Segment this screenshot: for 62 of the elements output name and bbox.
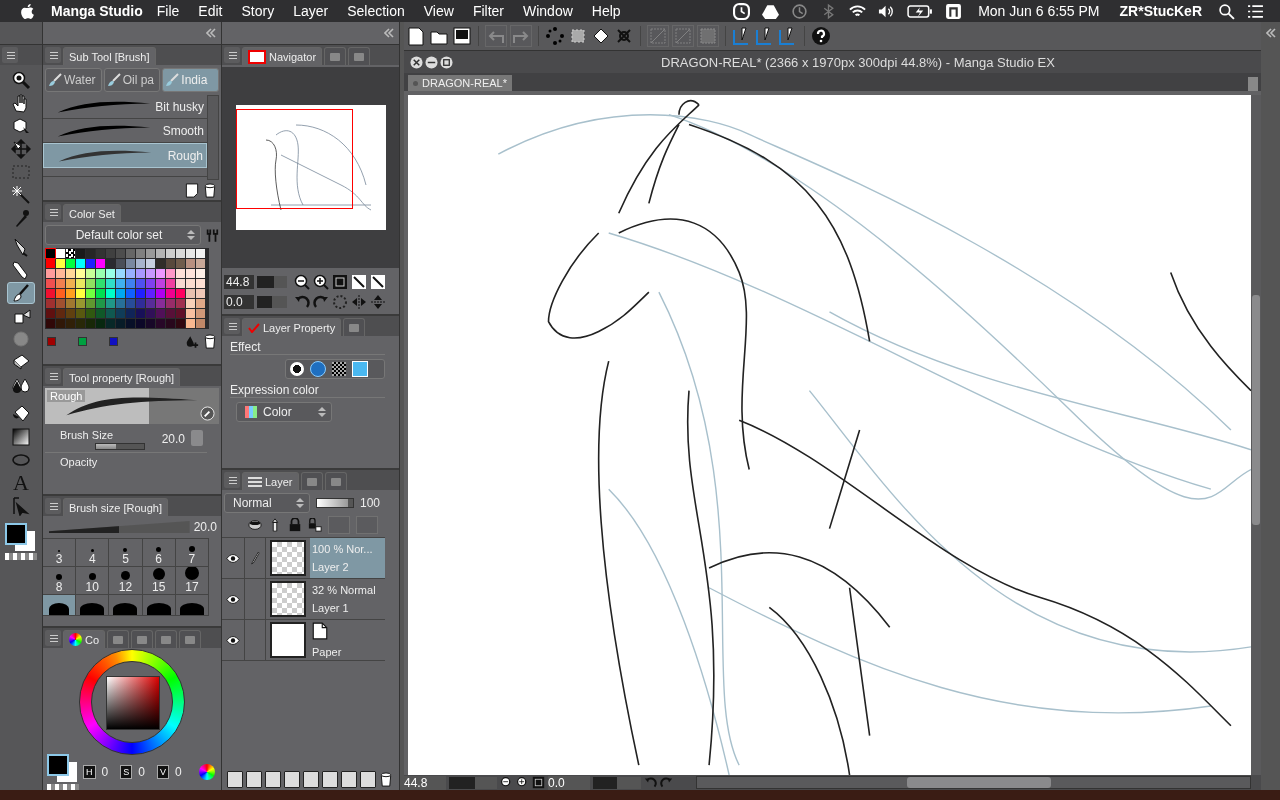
panel-tab[interactable]: Brush size [Rough]: [63, 498, 168, 516]
brush-size-preset[interactable]: 7: [175, 539, 209, 567]
layer-row[interactable]: Paper: [222, 620, 385, 661]
menu-item[interactable]: Edit: [198, 3, 223, 19]
menu-item[interactable]: Help: [591, 3, 621, 19]
panel-tab[interactable]: Color Set: [63, 204, 121, 222]
layer-name: Paper: [312, 646, 343, 658]
rotation-field[interactable]: 0.0: [224, 295, 254, 309]
menu-item[interactable]: View: [423, 3, 454, 19]
menu-item[interactable]: Story: [241, 3, 275, 19]
opacity-label: Opacity: [60, 456, 98, 468]
clock-text[interactable]: Mon Jun 6 6:55 PM: [978, 3, 1100, 19]
menu-item[interactable]: File: [156, 3, 180, 19]
document-tab[interactable]: DRAGON-REAL*: [408, 75, 512, 91]
subtool-group-tab[interactable]: Oil pa: [103, 68, 161, 92]
hue-label: H: [83, 765, 96, 779]
menu-item[interactable]: Layer: [293, 3, 329, 19]
panel-tab[interactable]: Sub Tool [Brush]: [63, 47, 156, 65]
brush-size-preset[interactable]: 12: [109, 567, 143, 595]
rotation-field[interactable]: 0.0: [548, 775, 590, 790]
expression-color-dropdown[interactable]: Color: [236, 402, 332, 422]
menu-item[interactable]: Filter: [472, 3, 504, 19]
brush-size-preset[interactable]: 10: [76, 567, 110, 595]
layer-mode: 100 % Nor...: [312, 543, 374, 555]
layer-name: Layer 2: [312, 561, 350, 573]
hue-value: 0: [101, 764, 109, 780]
brush-size-preset[interactable]: 6: [142, 539, 176, 567]
window-title: DRAGON-REAL* (2366 x 1970px 300dpi 44.8%) - Manga Studio EX: [660, 54, 1056, 70]
layer-row[interactable]: 100 % Nor... Layer 2: [222, 538, 385, 579]
menu-item[interactable]: Selection: [347, 3, 405, 19]
size-value[interactable]: 20.0: [193, 520, 217, 534]
saturation-label: S: [120, 765, 133, 779]
brush-size-label: Brush Size: [60, 429, 114, 441]
brush-size-preset[interactable]: 15: [142, 567, 176, 595]
panel-tab[interactable]: Tool property [Rough]: [63, 368, 181, 386]
expression-color-label: Expression color: [230, 383, 385, 398]
brush-size-preset[interactable]: 17: [175, 567, 209, 595]
brush-size-preset[interactable]: 5: [109, 539, 143, 567]
menu-item[interactable]: Window: [523, 3, 573, 19]
blend-mode-dropdown[interactable]: Normal: [224, 493, 310, 513]
subtool-group-tab[interactable]: Water: [45, 68, 102, 92]
value-label: V: [156, 765, 169, 779]
effect-label: Effect: [230, 340, 385, 355]
panel-tab[interactable]: Layer Property: [242, 318, 342, 336]
user-name[interactable]: ZR*StucKeR: [1119, 3, 1202, 19]
panel-tab[interactable]: Navigator: [242, 47, 323, 65]
app-menu[interactable]: Manga Studio: [51, 3, 143, 19]
zoom-field[interactable]: 44.8: [224, 275, 254, 289]
panel-tab[interactable]: Co: [63, 630, 106, 648]
layer-mode: 32 % Normal: [312, 584, 377, 596]
layer-name: Layer 1: [312, 602, 350, 614]
brightness-value: 0: [174, 764, 182, 780]
saturation-value: 0: [138, 764, 145, 780]
preview-label: Rough: [47, 390, 86, 402]
opacity-value[interactable]: 100: [360, 496, 381, 510]
color-set-dropdown[interactable]: Default color set: [45, 225, 201, 245]
brush-size-preset[interactable]: 4: [76, 539, 110, 567]
brush-size-preset[interactable]: 3: [43, 539, 77, 567]
zoom-field[interactable]: 44.8: [404, 775, 446, 790]
brush-size-value[interactable]: 20.0: [161, 432, 185, 446]
panel-tab[interactable]: Layer: [242, 472, 299, 490]
layer-row[interactable]: 32 % Normal Layer 1: [222, 579, 385, 620]
